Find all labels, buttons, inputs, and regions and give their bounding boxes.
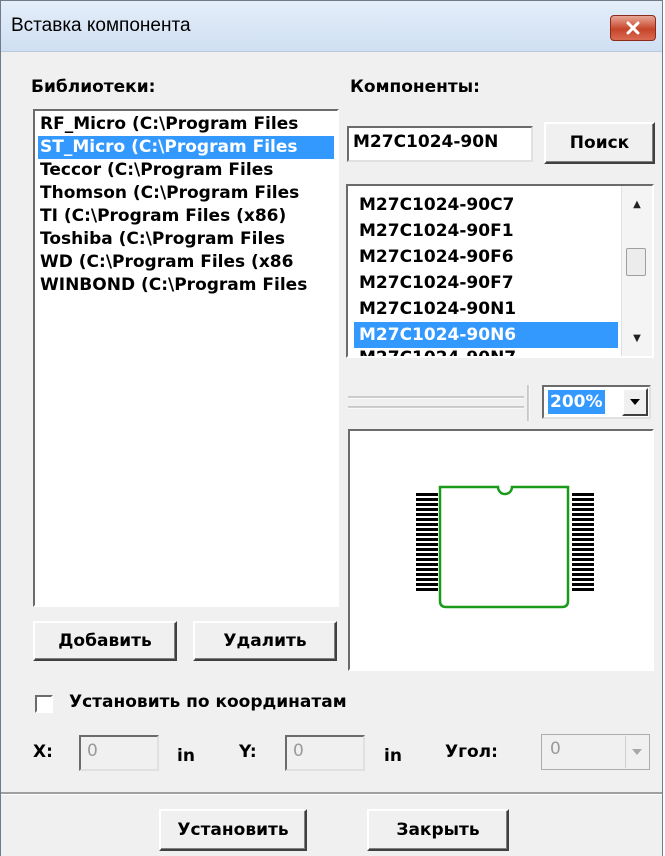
components-list[interactable]: M27C1024-90C7 M27C1024-90F1 M27C1024-90F… [346,184,654,358]
footer-divider [1,792,662,795]
chevron-down-icon [630,399,640,405]
libraries-label: Библиотеки: [31,77,156,97]
search-button[interactable]: Поиск [544,122,655,164]
chip-preview-graphic [416,485,594,609]
component-search-input[interactable]: M27C1024-90N [347,126,533,162]
library-item[interactable]: Thomson (C:\Program Files [38,182,334,205]
window-title: Вставка компонента [11,15,191,36]
components-scrollbar[interactable]: ▲ ▼ [621,186,652,356]
place-by-coordinates-label: Установить по координатам [69,692,347,712]
add-library-button[interactable]: Добавить [33,621,177,661]
place-by-coordinates-checkbox[interactable] [35,695,53,713]
scroll-down-icon[interactable]: ▼ [622,324,652,352]
component-item-selected[interactable]: M27C1024-90N6 [354,322,618,348]
component-item[interactable]: M27C1024-90C7 [354,192,618,218]
library-item[interactable]: Teccor (C:\Program Files [38,159,334,182]
x-label: X: [33,742,53,762]
component-item[interactable]: M27C1024-90N7 [354,348,618,356]
angle-value: 0 [550,739,561,759]
x-unit-label: in [177,746,195,766]
close-button[interactable] [610,15,656,41]
library-item[interactable]: RF_Micro (C:\Program Files [38,113,334,136]
scroll-up-icon[interactable]: ▲ [622,190,652,218]
library-item[interactable]: TI (C:\Program Files (x86) [38,205,334,228]
library-item[interactable]: WINBOND (C:\Program Files [38,274,334,297]
x-coordinate-field[interactable]: 0 [79,735,159,771]
library-item[interactable]: Toshiba (C:\Program Files [38,228,334,251]
y-coordinate-field[interactable]: 0 [285,735,365,771]
libraries-list[interactable]: RF_Micro (C:\Program Files ST_Micro (C:\… [33,109,339,607]
zoom-value: 200% [548,390,605,414]
angle-dropdown-button[interactable] [625,736,648,768]
zoom-dropdown-button[interactable] [622,388,648,416]
title-bar: Вставка компонента [1,1,662,52]
remove-library-button[interactable]: Удалить [193,621,337,661]
close-dialog-button[interactable]: Закрыть [367,809,509,851]
components-label: Компоненты: [350,77,480,97]
y-unit-label: in [384,746,402,766]
scroll-thumb[interactable] [626,248,646,276]
component-item[interactable]: M27C1024-90F6 [354,244,618,270]
component-item[interactable]: M27C1024-90F1 [354,218,618,244]
component-item[interactable]: M27C1024-90N1 [354,296,618,322]
component-preview [348,429,654,671]
y-label: Y: [239,742,257,762]
library-item-selected[interactable]: ST_Micro (C:\Program Files [38,136,334,159]
angle-select[interactable]: 0 [541,734,650,770]
angle-label: Угол: [445,742,498,762]
zoom-select[interactable]: 200% [542,385,651,419]
close-icon [626,21,640,35]
insert-component-dialog: Вставка компонента Библиотеки: RF_Micro … [0,0,663,856]
chevron-down-icon [632,749,642,755]
library-item[interactable]: WD (C:\Program Files (x86 [38,251,334,274]
zoom-slider-track [348,385,530,421]
install-button[interactable]: Установить [159,809,307,851]
component-item[interactable]: M27C1024-90F7 [354,270,618,296]
